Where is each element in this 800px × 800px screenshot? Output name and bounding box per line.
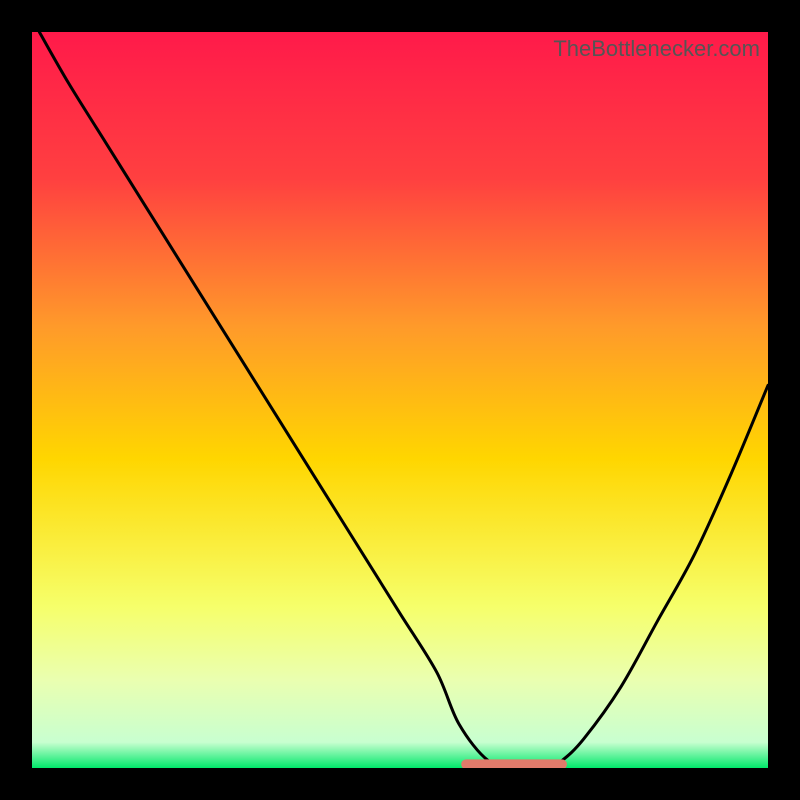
- chart-svg: [32, 32, 768, 768]
- plot-area: TheBottlenecker.com: [32, 32, 768, 768]
- chart-frame: TheBottlenecker.com: [0, 0, 800, 800]
- watermark-text: TheBottlenecker.com: [553, 36, 760, 62]
- gradient-background: [32, 32, 768, 768]
